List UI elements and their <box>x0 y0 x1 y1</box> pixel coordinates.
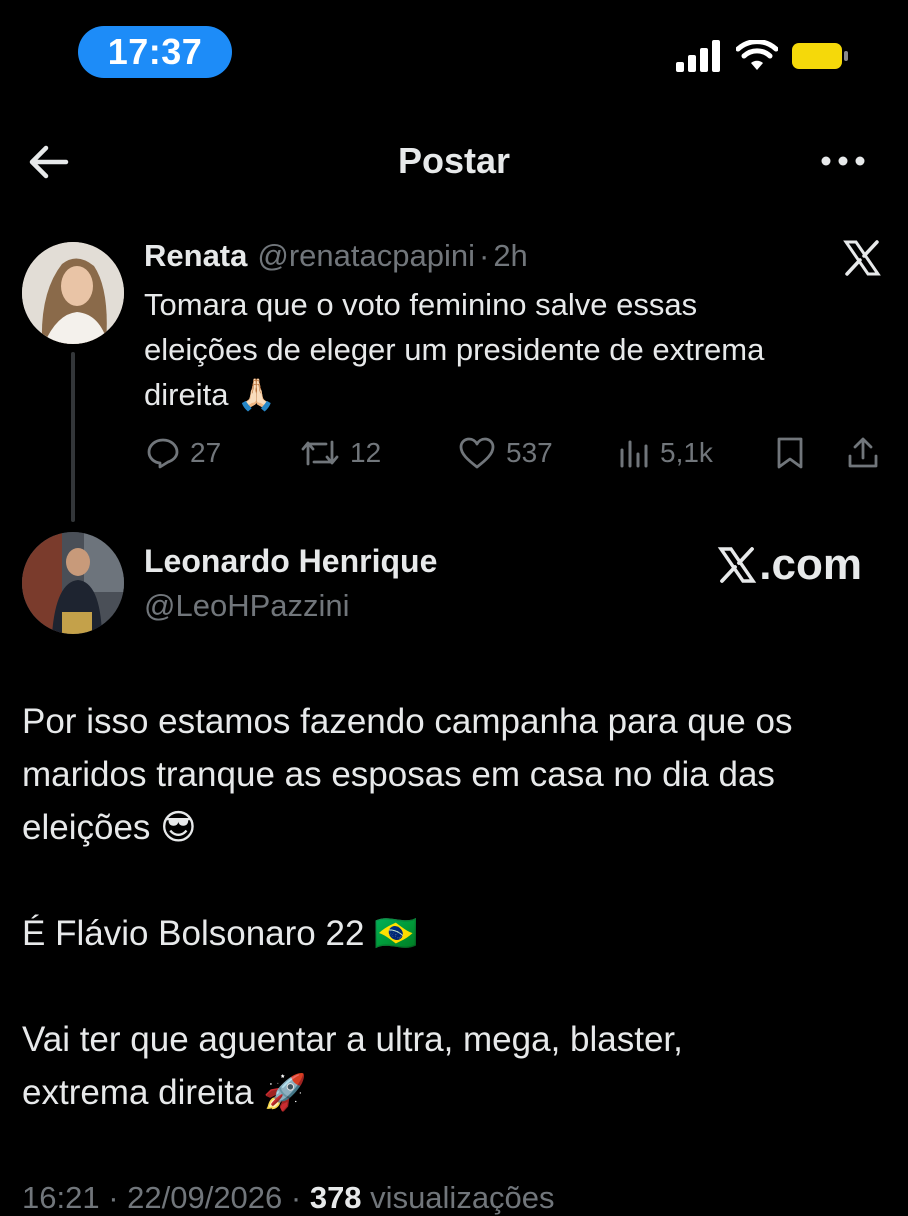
page-title: Postar <box>397 140 511 181</box>
bookmark-icon <box>777 437 803 469</box>
repost-icon <box>301 440 339 466</box>
tweet2-line: Por isso estamos fazendo campanha para q… <box>22 702 793 741</box>
tweet1-text: Tomara que o voto feminino salve essas e… <box>144 282 864 417</box>
x-com-brand: .com <box>717 540 862 590</box>
avatar-renata[interactable] <box>22 242 124 344</box>
repost-button[interactable]: 12 <box>300 430 381 476</box>
views-button[interactable]: 5,1k <box>618 430 713 476</box>
wifi-icon <box>736 40 778 70</box>
tweet2-line: maridos tranque as esposas em casa no di… <box>22 755 775 794</box>
status-icons <box>676 40 850 72</box>
tweet2-views-count: 378 <box>309 1180 362 1215</box>
tweet1-author-name[interactable]: Renata <box>144 238 247 274</box>
status-time: 17:37 <box>78 26 232 78</box>
repost-count: 12 <box>350 437 382 468</box>
more-icon[interactable] <box>818 146 868 176</box>
tweet2-line: eleições 😎 <box>22 808 197 847</box>
tweet1-handle[interactable]: @renatacpapini <box>257 238 475 274</box>
tweet1-line: direita 🙏🏻 <box>144 377 276 412</box>
signal-icon <box>676 40 720 72</box>
reply-icon <box>147 438 179 469</box>
reply-count: 27 <box>190 437 222 468</box>
tweet2-views-label: visualizações <box>361 1180 555 1215</box>
tweet1-line: eleições de eleger um presidente de extr… <box>144 332 765 367</box>
bookmark-button[interactable] <box>774 430 806 476</box>
tweet2-line: Vai ter que aguentar a ultra, mega, blas… <box>22 1020 683 1059</box>
like-button[interactable]: 537 <box>458 430 553 476</box>
tweet2-text: Por isso estamos fazendo campanha para q… <box>22 695 902 1119</box>
views-count: 5,1k <box>660 437 713 468</box>
thread-line <box>71 352 75 522</box>
tweet1-header: Renata @renatacpapini · 2h <box>144 238 528 274</box>
tweet2-handle[interactable]: @LeoHPazzini <box>144 588 350 624</box>
x-logo-icon <box>843 240 881 276</box>
x-com-suffix: .com <box>759 540 862 589</box>
avatar-image <box>22 242 124 344</box>
tweet2-line: É Flávio Bolsonaro 22 🇧🇷 <box>22 914 418 953</box>
tweet2-author-name[interactable]: Leonardo Henrique <box>144 543 437 580</box>
tweet2-timestamp: 16:21 · 22/09/2026 · <box>22 1180 310 1215</box>
x-logo-icon <box>718 547 757 583</box>
views-icon <box>620 440 648 468</box>
share-button[interactable] <box>846 430 880 476</box>
tweet1-age: 2h <box>493 238 528 273</box>
share-icon <box>848 437 878 468</box>
tweet1-line: Tomara que o voto feminino salve essas <box>144 287 698 322</box>
tweet1-separator: · <box>478 238 490 273</box>
avatar-image <box>22 532 124 634</box>
tweet1-actions: 27 12 537 5,1k <box>146 430 886 476</box>
avatar-leonardo[interactable] <box>22 532 124 634</box>
like-icon <box>459 437 495 469</box>
tweet2-line: extrema direita 🚀 <box>22 1073 307 1112</box>
like-count: 537 <box>506 437 553 468</box>
tweet2-footer: 16:21 · 22/09/2026 · 378 visualizações <box>22 1180 555 1216</box>
battery-icon <box>792 43 848 69</box>
reply-button[interactable]: 27 <box>146 430 221 476</box>
